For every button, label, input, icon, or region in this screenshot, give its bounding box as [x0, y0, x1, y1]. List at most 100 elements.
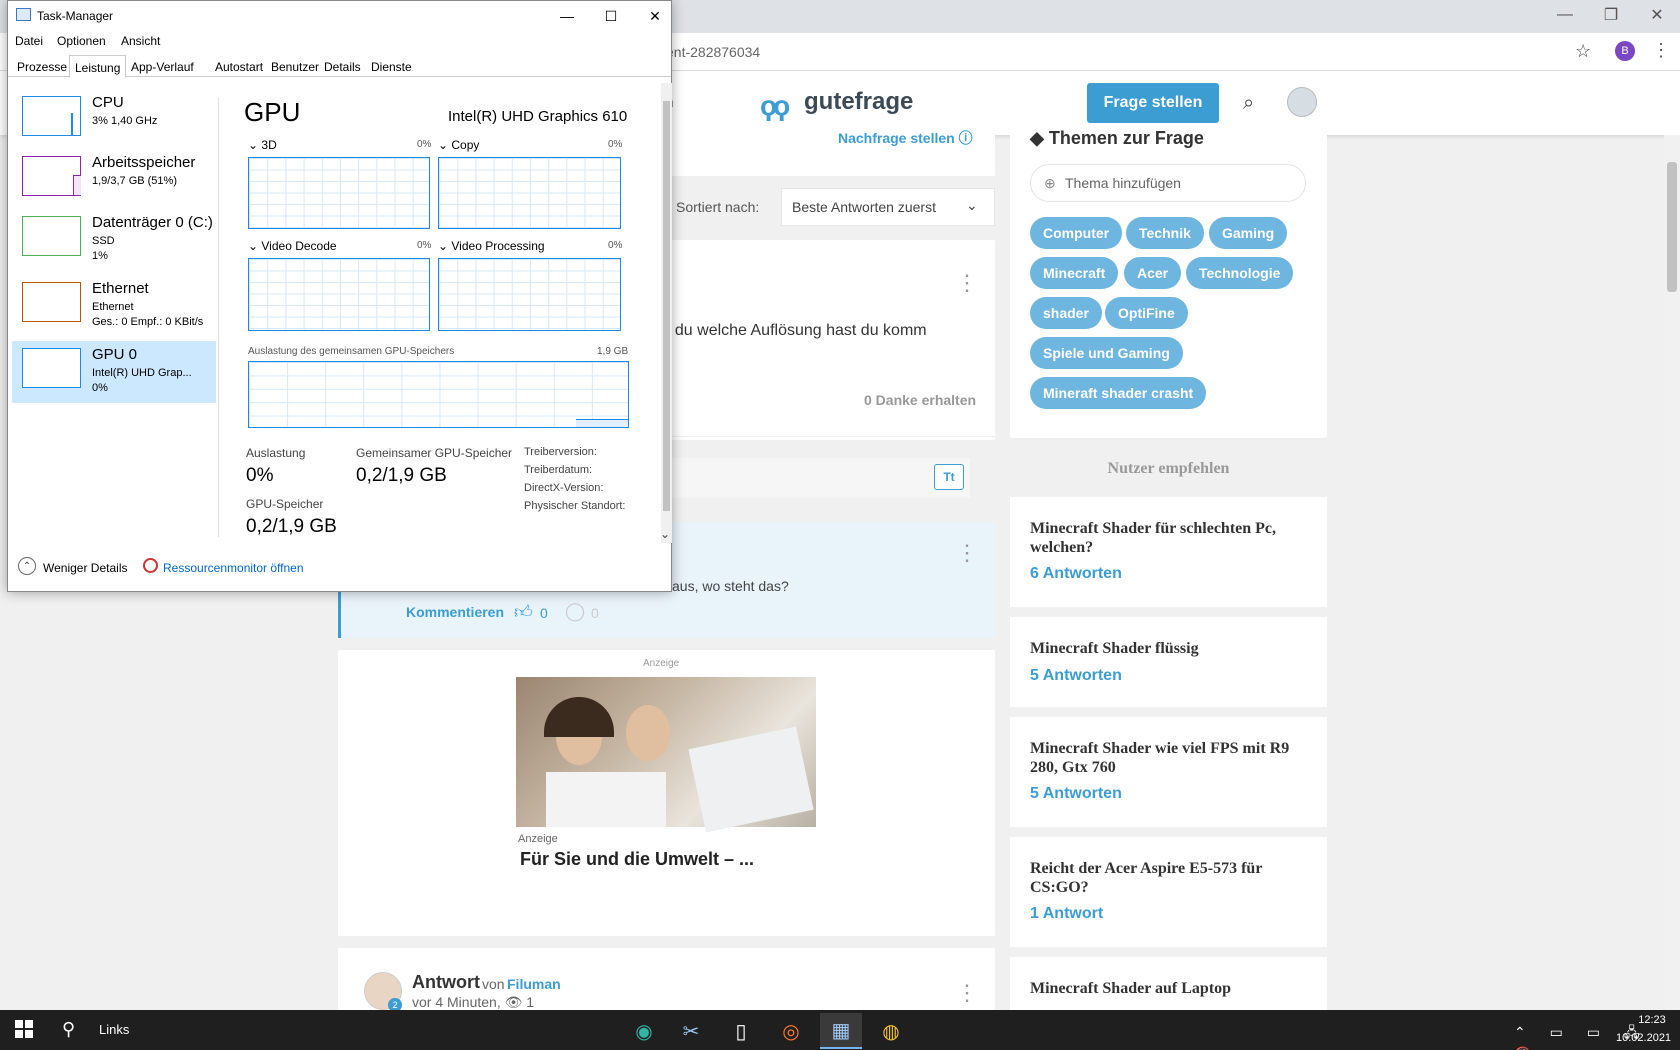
taskmanager-icon[interactable]: ▦ — [820, 1013, 862, 1049]
topic-tag[interactable]: Gaming — [1209, 217, 1288, 249]
related-question-title[interactable]: Reicht der Acer Aspire E5-573 für CS:GO? — [1030, 859, 1310, 897]
tab-details[interactable]: Details — [319, 55, 366, 77]
menu-datei[interactable]: Datei — [15, 34, 43, 48]
ad-image[interactable] — [516, 677, 816, 833]
engine-video-processing-label[interactable]: ⌄ Video Processing — [438, 239, 545, 253]
related-question-card[interactable]: Minecraft Shader wie viel FPS mit R9 280… — [1010, 717, 1327, 827]
logo-mark-icon[interactable]: ϙϙ — [760, 90, 790, 122]
kebab-menu-icon[interactable]: ⋮ — [956, 980, 978, 1006]
text-format-button[interactable]: Tt — [934, 464, 964, 490]
related-question-title[interactable]: Minecraft Shader flüssig — [1030, 639, 1310, 658]
search-icon[interactable]: ⌕ — [1243, 92, 1254, 115]
tab-benutzer[interactable]: Benutzer — [266, 55, 324, 77]
edge-icon[interactable]: ◉ — [623, 1013, 665, 1049]
engine-3d-label[interactable]: ⌄ 3D — [248, 138, 277, 152]
answerer-name-link[interactable]: Filuman — [507, 976, 561, 992]
menu-ansicht[interactable]: Ansicht — [121, 34, 160, 48]
restore-icon[interactable]: ❐ — [1588, 0, 1634, 30]
search-icon[interactable]: ⚲ — [62, 1019, 75, 1040]
tm-scrollbar-thumb[interactable] — [663, 101, 670, 511]
topic-tag[interactable]: Computer — [1030, 217, 1123, 249]
sort-select[interactable]: Beste Antworten zuerst — [781, 188, 995, 226]
close-icon[interactable]: ✕ — [632, 1, 678, 31]
resource-cpu[interactable]: CPU 3% 1,40 GHz — [12, 89, 216, 151]
topic-tag[interactable]: Technologie — [1186, 257, 1294, 289]
engine-copy-graph — [438, 157, 621, 229]
related-question-card[interactable]: Reicht der Acer Aspire E5-573 für CS:GO?… — [1010, 837, 1327, 947]
topic-tag[interactable]: Mineraft shader crasht — [1030, 377, 1207, 409]
engine-video-decode-label[interactable]: ⌄ Video Decode — [248, 239, 337, 253]
related-question-title[interactable]: Minecraft Shader für schlechten Pc, welc… — [1030, 519, 1310, 557]
fewer-details-button[interactable]: Weniger Details — [43, 561, 127, 575]
minimize-icon[interactable]: — — [1542, 0, 1588, 30]
recommend-users-heading[interactable]: Nutzer empfehlen — [1010, 460, 1327, 478]
logo-text[interactable]: gutefrage — [804, 88, 913, 116]
clock-date[interactable]: 10.02.2021 — [1616, 1032, 1671, 1044]
kebab-menu-icon[interactable]: ⋮ — [956, 270, 978, 296]
engine-name: Video Decode — [261, 239, 337, 253]
speech-bubble-icon[interactable]: ◯ — [565, 601, 585, 622]
profile-avatar[interactable]: B — [1615, 41, 1635, 61]
comment-input[interactable] — [666, 458, 970, 498]
tab-dienste[interactable]: Dienste — [366, 55, 417, 77]
resource-name: Datenträger 0 (C:) — [92, 214, 213, 231]
tm-divider[interactable] — [218, 97, 219, 537]
nachfrage-link[interactable]: Nachfrage stellen ⓘ — [838, 128, 973, 148]
menu-optionen[interactable]: Optionen — [57, 34, 106, 48]
comment-link[interactable]: Kommentieren — [406, 604, 504, 620]
user-avatar[interactable] — [1287, 87, 1317, 117]
tab-autostart[interactable]: Autostart — [210, 55, 268, 77]
ad-title[interactable]: Für Sie und die Umwelt – ... — [520, 849, 754, 870]
tab-prozesse[interactable]: Prozesse — [12, 55, 72, 77]
add-topic-input[interactable]: Thema hinzufügen — [1030, 164, 1306, 202]
firefox-icon[interactable]: ◎ — [770, 1013, 812, 1049]
clock-time[interactable]: 12:23 — [1628, 1014, 1676, 1026]
star-icon[interactable]: ☆ — [1575, 41, 1591, 62]
chevron-down-icon[interactable]: ⌄ — [966, 197, 978, 214]
file-icon[interactable]: ▯ — [720, 1013, 762, 1049]
chevron-up-icon[interactable]: ⌃ — [18, 557, 36, 575]
url-text[interactable]: ent-282876034 — [666, 44, 760, 60]
topic-tag[interactable]: Minecraft — [1030, 257, 1119, 289]
related-question-title[interactable]: Minecraft Shader wie viel FPS mit R9 280… — [1030, 739, 1310, 777]
ad-label: Anzeige — [643, 658, 680, 669]
topic-tag[interactable]: Spiele und Gaming — [1030, 337, 1183, 369]
thumbs-up-icon[interactable]: 👍︎ — [514, 601, 533, 623]
resource-memory[interactable]: Arbeitsspeicher 1,9/3,7 GB (51%) — [12, 149, 216, 211]
related-question-card[interactable]: Minecraft Shader flüssig 5 Antworten — [1010, 617, 1327, 707]
minimize-icon[interactable]: — — [544, 1, 590, 31]
taskbar-links-label[interactable]: Links — [99, 1022, 129, 1037]
related-question-card[interactable]: Minecraft Shader auf Laptop — [1010, 957, 1327, 1010]
related-answer-count[interactable]: 5 Antworten — [1030, 785, 1122, 803]
related-answer-count[interactable]: 1 Antwort — [1030, 905, 1103, 923]
close-icon[interactable]: ✕ — [1634, 0, 1680, 30]
resource-ethernet[interactable]: Ethernet Ethernet Ges.: 0 Empf.: 0 KBit/… — [12, 275, 216, 337]
tab-leistung[interactable]: Leistung — [69, 55, 127, 78]
topic-tag[interactable]: shader — [1030, 297, 1102, 329]
kebab-menu-icon[interactable]: ⋮ — [956, 540, 978, 566]
scroll-down-icon[interactable]: ⌄ — [660, 527, 670, 541]
engine-copy-label[interactable]: ⌄ Copy — [438, 138, 479, 152]
engine-name: Video Processing — [451, 239, 545, 253]
kebab-menu-icon[interactable]: ⋮ — [1652, 40, 1670, 61]
related-question-card[interactable]: Minecraft Shader für schlechten Pc, welc… — [1010, 497, 1327, 607]
chrome-icon[interactable]: ◍ — [870, 1013, 912, 1049]
utilization-value: 0% — [246, 465, 274, 486]
topic-tag[interactable]: Technik — [1126, 217, 1204, 249]
related-question-title[interactable]: Minecraft Shader auf Laptop — [1030, 979, 1310, 998]
resource-gpu[interactable]: GPU 0 Intel(R) UHD Grap... 0% — [12, 341, 216, 403]
topic-tag[interactable]: Acer — [1124, 257, 1182, 289]
open-resource-monitor-link[interactable]: Ressourcenmonitor öffnen — [163, 561, 304, 575]
related-answer-count[interactable]: 6 Antworten — [1030, 565, 1122, 583]
engine-3d-graph — [248, 157, 430, 229]
windows-start-icon[interactable] — [15, 1020, 33, 1038]
maximize-icon[interactable]: ☐ — [588, 1, 634, 31]
page-scrollbar-thumb[interactable] — [1667, 162, 1677, 292]
snipping-icon[interactable]: ✂ — [670, 1013, 712, 1049]
related-answer-count[interactable]: 5 Antworten — [1030, 667, 1122, 685]
topic-tag[interactable]: OptiFine — [1105, 297, 1188, 329]
ask-question-button[interactable]: Frage stellen — [1087, 83, 1219, 123]
tab-app-verlauf[interactable]: App-Verlauf — [126, 55, 199, 77]
resource-disk[interactable]: Datenträger 0 (C:) SSD 1% — [12, 209, 216, 271]
plus-circle-icon[interactable]: ⊕ — [1044, 175, 1056, 192]
